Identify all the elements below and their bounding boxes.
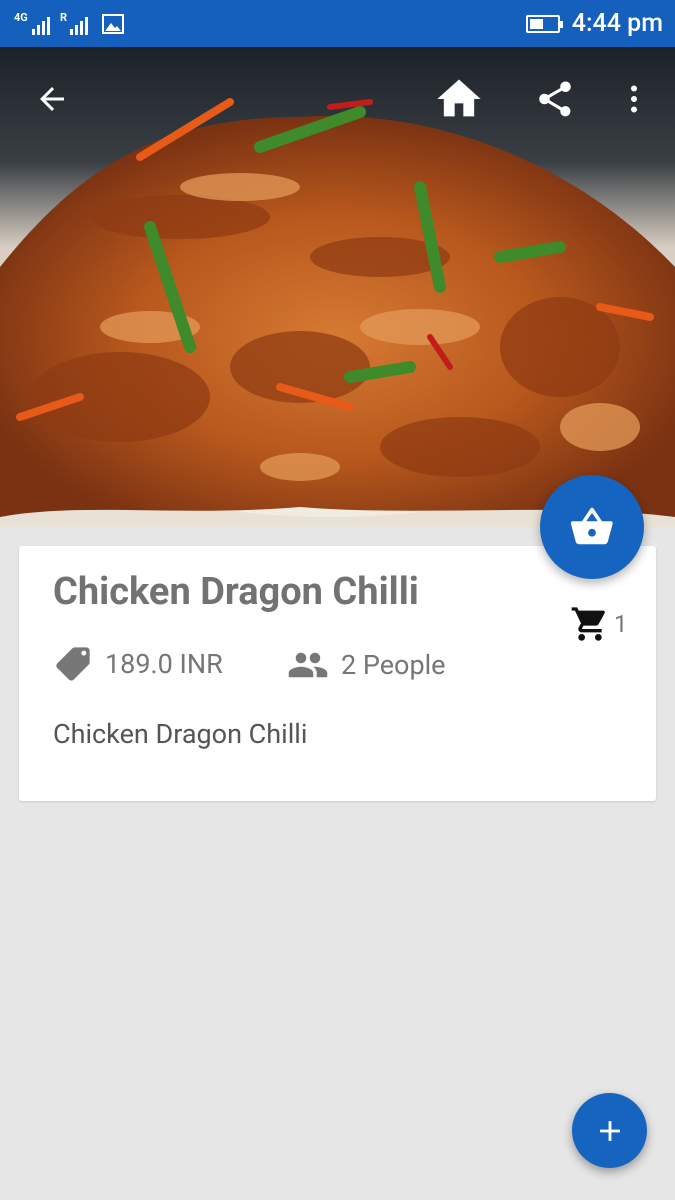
shopping-cart-icon xyxy=(571,607,605,641)
arrow-left-icon xyxy=(40,87,64,111)
roaming-label: R xyxy=(60,10,68,24)
product-description: Chicken Dragon Chilli xyxy=(53,718,308,750)
cart-indicator[interactable]: 1 xyxy=(570,604,628,644)
share-button[interactable] xyxy=(523,67,587,131)
battery-icon xyxy=(525,14,563,33)
cart-count: 1 xyxy=(614,610,628,638)
home-button[interactable] xyxy=(427,67,491,131)
overflow-menu-button[interactable] xyxy=(602,67,666,131)
product-price: 189.0 INR xyxy=(105,648,223,680)
share-icon xyxy=(539,81,571,117)
serves-row: 2 People xyxy=(287,644,446,686)
add-to-basket-button[interactable] xyxy=(540,475,644,579)
basket-icon xyxy=(570,507,613,545)
back-button[interactable] xyxy=(20,67,84,131)
more-vert-icon xyxy=(631,85,637,113)
product-details-card: Chicken Dragon Chilli 1 189.0 INR 2 Peop… xyxy=(19,546,656,801)
plus-icon xyxy=(599,1120,620,1141)
price-row: 189.0 INR xyxy=(53,644,223,684)
add-button[interactable] xyxy=(572,1093,647,1168)
status-bar: 4G R 4:44 pm xyxy=(0,0,675,47)
people-icon xyxy=(288,652,328,678)
status-time: 4:44 pm xyxy=(571,9,663,38)
signal-strength-sim1-icon: 4G xyxy=(14,10,50,35)
gallery-notification-icon xyxy=(102,13,124,34)
signal-strength-sim2-icon: R xyxy=(60,10,92,35)
network-type-label: 4G xyxy=(14,10,28,24)
home-icon xyxy=(437,79,481,117)
dish-image xyxy=(0,47,675,527)
serves-count: 2 People xyxy=(341,649,446,681)
product-title: Chicken Dragon Chilli xyxy=(53,570,419,614)
price-tag-icon xyxy=(56,647,90,681)
